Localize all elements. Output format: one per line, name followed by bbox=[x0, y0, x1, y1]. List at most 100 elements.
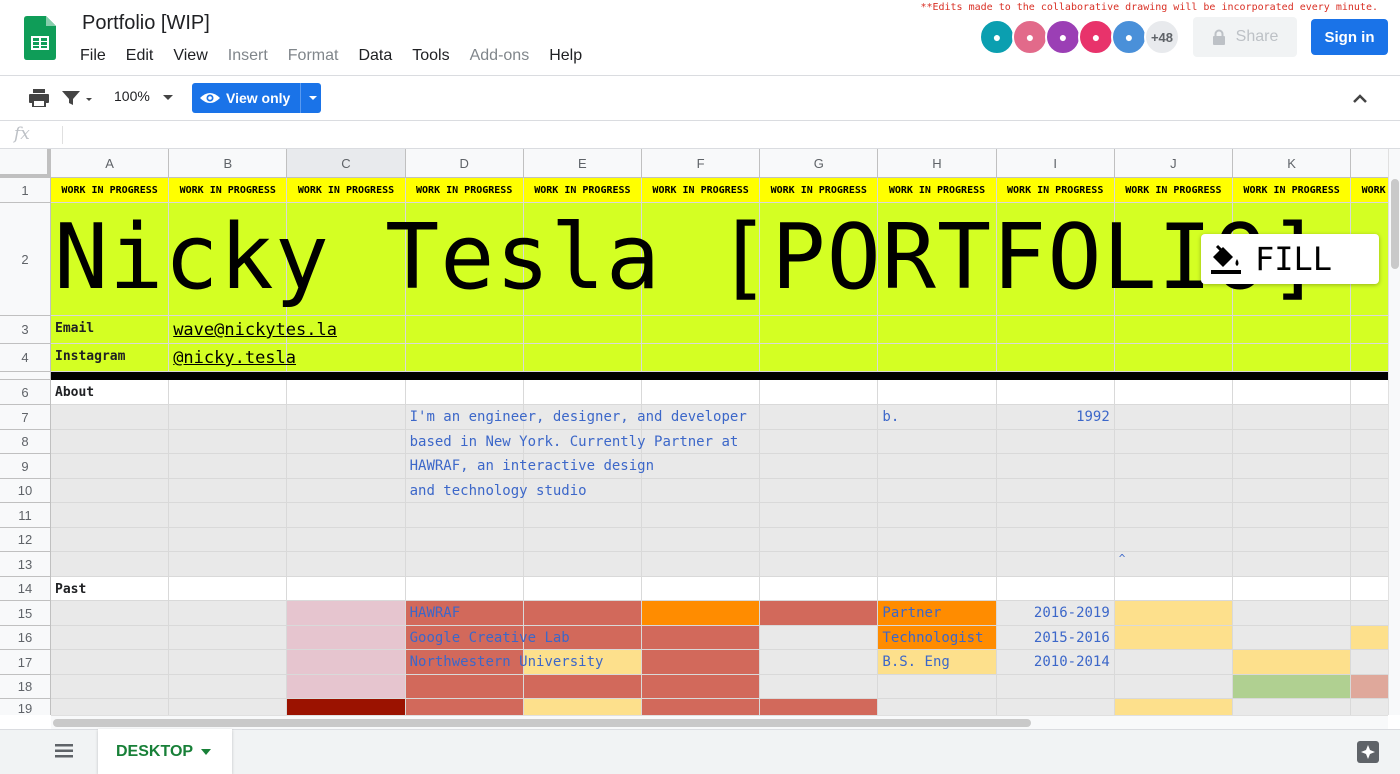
cell[interactable] bbox=[523, 577, 642, 601]
color-block-cell[interactable] bbox=[51, 626, 170, 650]
color-block-cell[interactable] bbox=[642, 626, 761, 650]
cell[interactable] bbox=[1114, 528, 1233, 552]
highlight-cell[interactable] bbox=[523, 316, 642, 344]
cell[interactable] bbox=[523, 503, 642, 528]
cell[interactable] bbox=[1233, 479, 1352, 503]
color-block-cell[interactable] bbox=[878, 699, 997, 715]
cell[interactable] bbox=[1351, 479, 1388, 503]
color-block-cell[interactable] bbox=[523, 675, 642, 699]
cell[interactable] bbox=[51, 430, 170, 454]
vertical-scroll-thumb[interactable] bbox=[1391, 179, 1399, 269]
past-years-cell[interactable]: 2015-2016 bbox=[996, 626, 1115, 650]
fill-button[interactable]: FILL bbox=[1201, 234, 1379, 284]
cell[interactable] bbox=[878, 528, 997, 552]
view-only-button[interactable]: View only bbox=[192, 83, 321, 113]
highlight-cell[interactable] bbox=[1351, 316, 1388, 344]
column-header-j[interactable]: J bbox=[1114, 149, 1233, 178]
row-header-9[interactable]: 9 bbox=[0, 454, 51, 479]
color-block-cell[interactable] bbox=[760, 626, 879, 650]
cell[interactable] bbox=[287, 430, 406, 454]
color-block-cell[interactable] bbox=[169, 675, 288, 699]
cell[interactable] bbox=[51, 528, 170, 552]
explore-button[interactable] bbox=[1357, 741, 1379, 763]
horizontal-scrollbar[interactable] bbox=[51, 715, 1388, 729]
cell[interactable] bbox=[760, 430, 879, 454]
row-header-10[interactable]: 10 bbox=[0, 479, 51, 503]
cell[interactable] bbox=[1351, 503, 1388, 528]
highlight-cell[interactable] bbox=[523, 344, 642, 372]
cell[interactable] bbox=[760, 577, 879, 601]
column-header-h[interactable]: H bbox=[878, 149, 997, 178]
cell[interactable] bbox=[169, 577, 288, 601]
cell[interactable] bbox=[878, 479, 997, 503]
cell[interactable] bbox=[1114, 454, 1233, 479]
wip-cell[interactable]: WORK IN PROGRESS bbox=[996, 178, 1115, 203]
cell[interactable] bbox=[1114, 577, 1233, 601]
cat-icon[interactable]: ● bbox=[979, 19, 1015, 55]
sheet-tab-desktop[interactable]: DESKTOP bbox=[98, 729, 232, 774]
view-only-dropdown-icon[interactable] bbox=[309, 96, 317, 100]
divider-cell[interactable] bbox=[51, 372, 170, 380]
cell[interactable] bbox=[642, 528, 761, 552]
color-block-cell[interactable] bbox=[405, 675, 524, 699]
menu-edit[interactable]: Edit bbox=[116, 45, 164, 67]
bird-icon[interactable]: ● bbox=[1078, 19, 1114, 55]
color-block-cell[interactable] bbox=[1114, 675, 1233, 699]
highlight-cell[interactable] bbox=[405, 316, 524, 344]
cell[interactable] bbox=[169, 405, 288, 430]
row-header-3[interactable]: 3 bbox=[0, 316, 51, 344]
cell[interactable] bbox=[878, 503, 997, 528]
cell[interactable] bbox=[51, 454, 170, 479]
color-block-cell[interactable] bbox=[996, 675, 1115, 699]
sheets-logo-icon[interactable] bbox=[24, 16, 56, 60]
cell[interactable] bbox=[996, 528, 1115, 552]
row-header-7[interactable]: 7 bbox=[0, 405, 51, 430]
wip-cell[interactable]: WORK IN PROGRESS bbox=[1114, 178, 1233, 203]
divider-cell[interactable] bbox=[169, 372, 288, 380]
color-block-cell[interactable] bbox=[287, 626, 406, 650]
cell[interactable] bbox=[523, 528, 642, 552]
cell[interactable] bbox=[287, 503, 406, 528]
color-block-cell[interactable] bbox=[51, 601, 170, 626]
column-header-c[interactable]: C bbox=[287, 149, 406, 178]
horizontal-scroll-thumb[interactable] bbox=[53, 719, 1031, 727]
color-block-cell[interactable] bbox=[878, 675, 997, 699]
cell[interactable] bbox=[760, 454, 879, 479]
born-label-cell[interactable]: b. bbox=[878, 405, 997, 430]
cell[interactable] bbox=[169, 454, 288, 479]
wip-cell[interactable]: WORK IN PROGRESS bbox=[523, 178, 642, 203]
divider-cell[interactable] bbox=[760, 372, 879, 380]
cell[interactable] bbox=[760, 405, 879, 430]
color-block-cell[interactable] bbox=[51, 675, 170, 699]
email-label-cell[interactable]: Email bbox=[51, 316, 170, 344]
cell[interactable] bbox=[642, 479, 761, 503]
filter-icon[interactable] bbox=[62, 89, 92, 107]
cell[interactable] bbox=[642, 503, 761, 528]
wip-cell[interactable]: WORK IN PROGRESS bbox=[51, 178, 170, 203]
row-header-13[interactable]: 13 bbox=[0, 552, 51, 577]
menu-add-ons[interactable]: Add-ons bbox=[460, 45, 540, 67]
row-header-11[interactable]: 11 bbox=[0, 503, 51, 528]
about-cell[interactable]: and technology studio bbox=[405, 479, 587, 503]
cell[interactable] bbox=[996, 503, 1115, 528]
color-block-cell[interactable] bbox=[1114, 626, 1233, 650]
wip-cell[interactable]: WORK IN PROGRESS bbox=[760, 178, 879, 203]
color-block-cell[interactable] bbox=[523, 699, 642, 715]
highlight-cell[interactable] bbox=[1233, 316, 1352, 344]
cell[interactable] bbox=[1351, 405, 1388, 430]
color-block-cell[interactable] bbox=[169, 650, 288, 675]
wip-cell[interactable]: WORK IN PROGRESS bbox=[287, 178, 406, 203]
highlight-cell[interactable] bbox=[1351, 344, 1388, 372]
color-block-cell[interactable] bbox=[169, 699, 288, 715]
cell[interactable] bbox=[878, 552, 997, 577]
cell[interactable] bbox=[405, 380, 524, 405]
color-block-cell[interactable] bbox=[1114, 699, 1233, 715]
past-role-cell[interactable]: Partner bbox=[878, 601, 997, 626]
menu-data[interactable]: Data bbox=[348, 45, 402, 67]
column-header-b[interactable]: B bbox=[169, 149, 288, 178]
about-label-cell[interactable]: About bbox=[51, 380, 170, 405]
all-sheets-icon[interactable] bbox=[55, 744, 73, 758]
cell[interactable] bbox=[760, 528, 879, 552]
row-header-18[interactable]: 18 bbox=[0, 675, 51, 699]
cell[interactable] bbox=[1233, 380, 1352, 405]
